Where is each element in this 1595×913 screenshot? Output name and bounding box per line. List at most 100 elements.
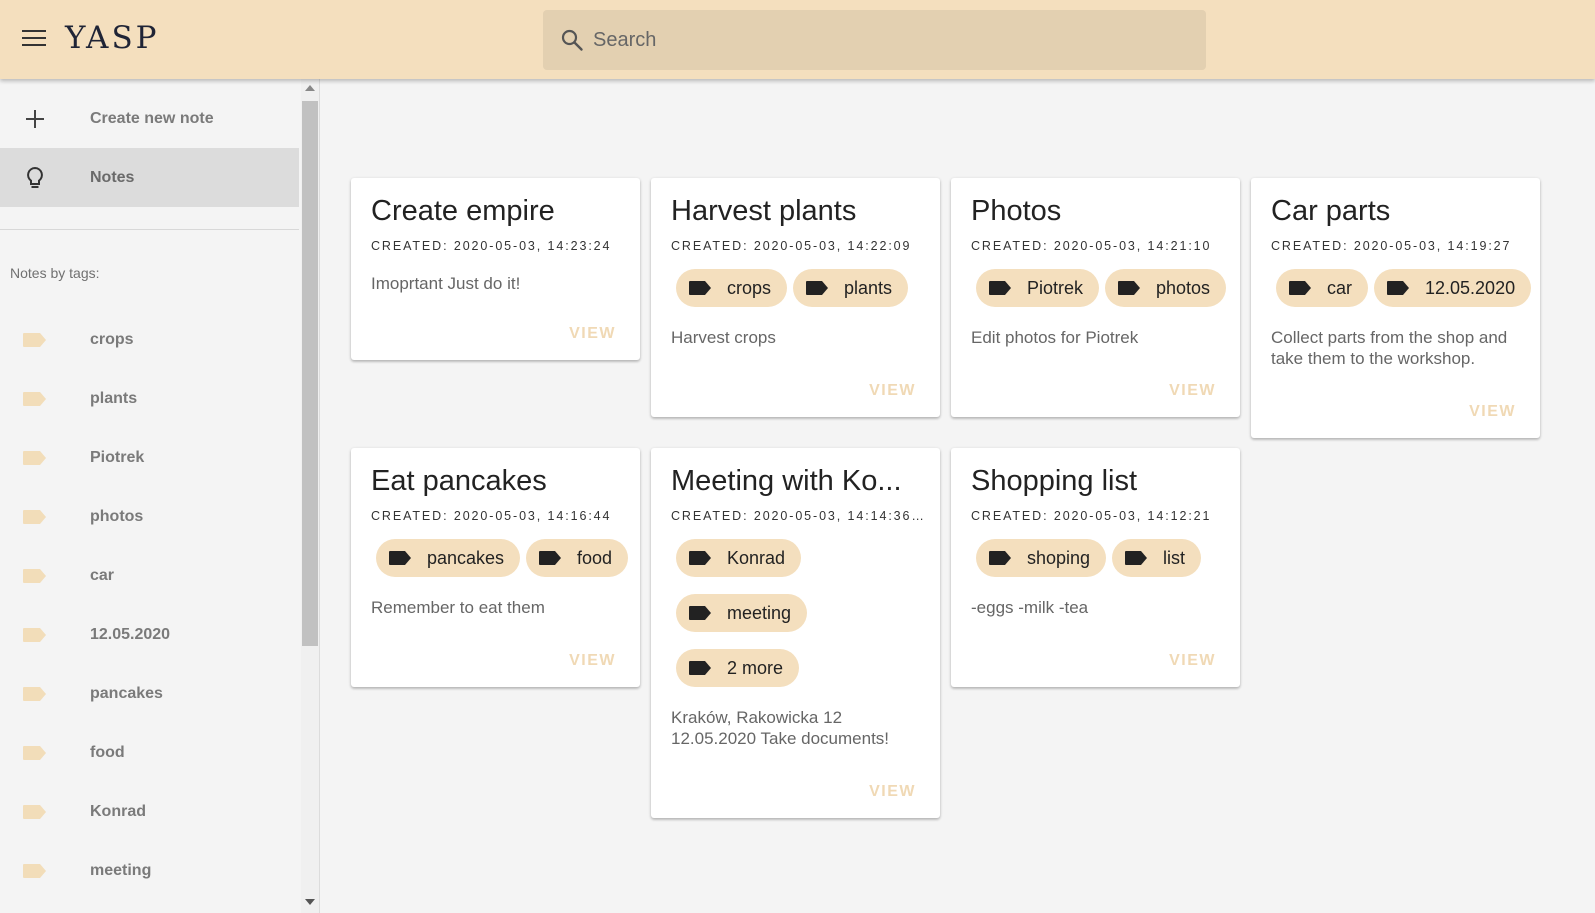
sidebar-tag-item[interactable]: photos bbox=[0, 487, 299, 546]
label-icon bbox=[806, 281, 828, 295]
menu-icon[interactable] bbox=[22, 30, 46, 48]
note-card[interactable]: Shopping list CREATED: 2020-05-03, 14:12:… bbox=[951, 448, 1240, 687]
label-icon bbox=[1125, 551, 1147, 565]
tag-chip[interactable]: 2 more bbox=[676, 649, 800, 687]
note-created-date: CREATED: 2020-05-03, 14:16:44 bbox=[371, 509, 612, 523]
sidebar-tag-item[interactable]: car bbox=[0, 546, 299, 605]
scroll-thumb[interactable] bbox=[302, 101, 318, 646]
sidebar-scrollbar[interactable] bbox=[301, 79, 319, 913]
sidebar-tag-item[interactable]: crops bbox=[0, 310, 299, 369]
app-logo: YASP bbox=[65, 20, 160, 56]
note-content: Harvest crops bbox=[671, 328, 776, 347]
tag-chip[interactable]: food bbox=[526, 539, 629, 577]
sidebar-tag-label: car bbox=[90, 566, 115, 584]
note-title: Meeting with Ko... bbox=[671, 465, 902, 497]
note-card[interactable]: Meeting with Ko... CREATED: 2020-05-03, 1… bbox=[651, 448, 940, 818]
sidebar-tag-label: pancakes bbox=[90, 684, 163, 702]
tag-chip[interactable]: car bbox=[1276, 269, 1369, 307]
tag-chip-label: pancakes bbox=[427, 547, 505, 568]
label-icon bbox=[23, 510, 46, 524]
note-created-date: CREATED: 2020-05-03, 14:21:10 bbox=[971, 239, 1212, 253]
note-created-date: CREATED: 2020-05-03, 14:12:21 bbox=[971, 509, 1212, 523]
sidebar-tag-item[interactable]: food bbox=[0, 723, 299, 782]
scroll-up-arrow[interactable] bbox=[305, 85, 315, 91]
tag-chip-label: Konrad bbox=[727, 547, 786, 568]
sidebar-tag-item[interactable]: pancakes bbox=[0, 664, 299, 723]
note-card[interactable]: Photos CREATED: 2020-05-03, 14:21:10 Piotr… bbox=[951, 178, 1240, 417]
sidebar-tag-item[interactable]: plants bbox=[0, 369, 299, 428]
note-card[interactable]: Car parts CREATED: 2020-05-03, 14:19:27 ca… bbox=[1251, 178, 1540, 438]
note-content: Collect parts from the shop and take the… bbox=[1271, 328, 1508, 368]
tag-chip[interactable]: plants bbox=[793, 269, 909, 307]
note-card[interactable]: Create empire CREATED: 2020-05-03, 14:23:… bbox=[351, 178, 640, 360]
note-card[interactable]: Eat pancakes CREATED: 2020-05-03, 14:16:4… bbox=[351, 448, 640, 687]
sidebar-tag-item[interactable]: Konrad bbox=[0, 782, 299, 841]
create-new-note-label: Create new note bbox=[90, 109, 214, 127]
create-new-note-button[interactable]: Create new note bbox=[0, 89, 299, 148]
tag-chip[interactable]: crops bbox=[676, 269, 788, 307]
note-content: Imoprtant Just do it! bbox=[371, 274, 521, 293]
label-icon bbox=[23, 451, 46, 465]
top-app-bar: YASP bbox=[0, 0, 1595, 79]
sidebar-tag-label: crops bbox=[90, 330, 134, 348]
label-icon bbox=[1118, 281, 1140, 295]
view-button[interactable]: VIEW bbox=[869, 783, 916, 801]
sidebar: Create new note Notes Notes by tags: cro… bbox=[0, 79, 320, 913]
view-button[interactable]: VIEW bbox=[1169, 652, 1216, 670]
sidebar-tag-label: photos bbox=[90, 507, 144, 525]
tag-chip[interactable]: photos bbox=[1105, 269, 1227, 307]
sidebar-tag-label: 12.05.2020 bbox=[90, 625, 171, 643]
label-icon bbox=[689, 551, 711, 565]
tag-chip[interactable]: Konrad bbox=[676, 539, 802, 577]
tag-chip-label: Piotrek bbox=[1027, 277, 1084, 298]
label-icon bbox=[23, 687, 46, 701]
tag-chip[interactable]: meeting bbox=[676, 594, 808, 632]
label-icon bbox=[539, 551, 561, 565]
label-icon bbox=[23, 569, 46, 583]
plus-icon bbox=[26, 110, 44, 128]
search-bar[interactable] bbox=[543, 10, 1206, 70]
note-card[interactable]: Harvest plants CREATED: 2020-05-03, 14:22… bbox=[651, 178, 940, 417]
tag-chip-label: car bbox=[1327, 277, 1353, 298]
sidebar-tag-item[interactable]: 12.05.2020 bbox=[0, 605, 299, 664]
label-icon bbox=[689, 661, 711, 675]
label-icon bbox=[689, 281, 711, 295]
label-icon bbox=[23, 864, 46, 878]
tag-chip-label: 2 more bbox=[727, 657, 784, 678]
note-title: Car parts bbox=[1271, 195, 1391, 227]
label-icon bbox=[689, 606, 711, 620]
view-button[interactable]: VIEW bbox=[569, 652, 616, 670]
tag-chip-label: food bbox=[577, 547, 613, 568]
tag-chip-label: shoping bbox=[1027, 547, 1091, 568]
note-title: Create empire bbox=[371, 195, 555, 227]
search-input[interactable] bbox=[593, 24, 1183, 56]
tag-chip-label: photos bbox=[1156, 277, 1211, 298]
tag-chip-label: meeting bbox=[727, 602, 792, 623]
label-icon bbox=[23, 746, 46, 760]
sidebar-tag-label: food bbox=[90, 743, 125, 761]
sidebar-item-notes[interactable]: Notes bbox=[0, 148, 299, 207]
note-created-date: CREATED: 2020-05-03, 14:22:09 bbox=[671, 239, 912, 253]
sidebar-tag-item[interactable]: meeting bbox=[0, 841, 299, 900]
tag-chip[interactable]: shoping bbox=[976, 539, 1107, 577]
note-content: Kraków, Rakowicka 12 12.05.2020 Take doc… bbox=[671, 708, 890, 748]
label-icon bbox=[1289, 281, 1311, 295]
scroll-down-arrow[interactable] bbox=[305, 899, 315, 905]
tag-chip[interactable]: pancakes bbox=[376, 539, 521, 577]
view-button[interactable]: VIEW bbox=[869, 382, 916, 400]
tag-chip[interactable]: list bbox=[1112, 539, 1201, 577]
sidebar-tag-label: plants bbox=[90, 389, 138, 407]
note-content: -eggs -milk -tea bbox=[971, 598, 1089, 617]
tag-chip[interactable]: 12.05.2020 bbox=[1374, 269, 1532, 307]
search-icon bbox=[561, 29, 583, 51]
sidebar-tag-label: Konrad bbox=[90, 802, 146, 820]
label-icon bbox=[23, 333, 46, 347]
view-button[interactable]: VIEW bbox=[1169, 382, 1216, 400]
view-button[interactable]: VIEW bbox=[1469, 403, 1516, 421]
tag-chip-label: crops bbox=[727, 277, 772, 298]
label-icon bbox=[23, 392, 46, 406]
tag-chip[interactable]: Piotrek bbox=[976, 269, 1100, 307]
note-title: Shopping list bbox=[971, 465, 1138, 497]
view-button[interactable]: VIEW bbox=[569, 325, 616, 343]
sidebar-tag-item[interactable]: Piotrek bbox=[0, 428, 299, 487]
